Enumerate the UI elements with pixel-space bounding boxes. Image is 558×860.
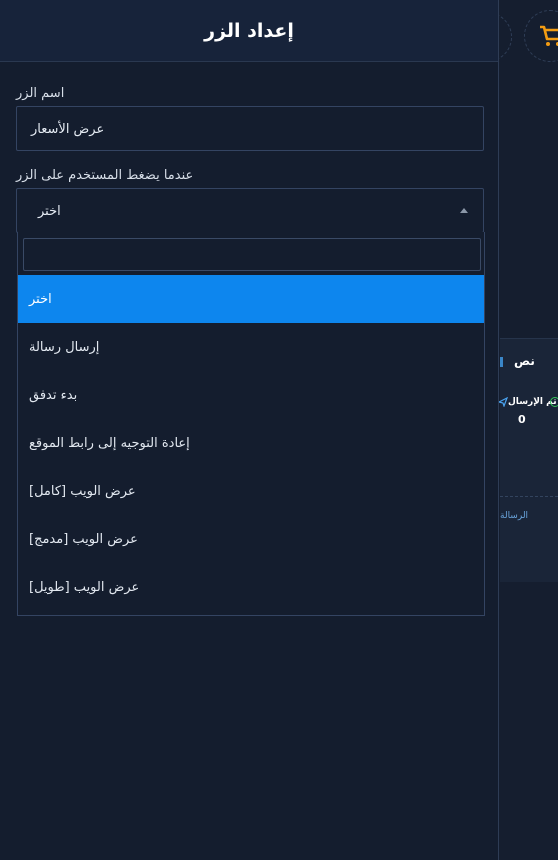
on-click-dropdown: اختر إرسال رسالة بدء تدفق إعادة التوجيه … xyxy=(17,232,485,616)
dropdown-option[interactable]: عرض الويب [طويل] xyxy=(18,563,484,611)
caret-up-icon xyxy=(460,208,468,213)
dropdown-option[interactable]: عرض الويب [مدمج] xyxy=(18,515,484,563)
send-icon xyxy=(498,397,508,407)
button-name-value: عرض الأسعار xyxy=(31,122,105,137)
sent-count: 0 xyxy=(518,413,526,426)
dropdown-option[interactable]: إعادة التوجيه إلى رابط الموقع xyxy=(18,419,484,467)
on-click-selected-value: اختر xyxy=(38,204,61,219)
dropdown-option[interactable]: إرسال رسالة xyxy=(18,323,484,371)
cart-button[interactable] xyxy=(524,10,558,62)
button-name-input[interactable]: عرض الأسعار xyxy=(16,106,484,151)
button-setup-modal: إعداد الزر اسم الزر عرض الأسعار عندما يض… xyxy=(0,0,499,860)
background-node-card[interactable]: نص تم الإرسال 0 الرسالة xyxy=(498,338,558,582)
modal-title: إعداد الزر xyxy=(204,19,294,42)
modal-header: إعداد الزر xyxy=(0,0,498,62)
on-click-select[interactable]: اختر xyxy=(16,188,484,233)
node-accent-bar xyxy=(500,357,503,367)
node-title: نص xyxy=(514,354,535,368)
check-circle-icon xyxy=(550,397,558,407)
message-label: الرسالة xyxy=(500,511,529,521)
dropdown-option[interactable]: بدء تدفق xyxy=(18,371,484,419)
cart-icon xyxy=(540,25,558,46)
dropdown-option[interactable]: عرض الويب [كامل] xyxy=(18,467,484,515)
node-divider xyxy=(500,496,558,497)
on-click-label: عندما يضغط المستخدم على الزر xyxy=(16,168,194,183)
button-name-label: اسم الزر xyxy=(16,86,65,101)
dropdown-option[interactable]: اختر xyxy=(18,275,484,323)
dropdown-search-input[interactable] xyxy=(23,238,481,271)
